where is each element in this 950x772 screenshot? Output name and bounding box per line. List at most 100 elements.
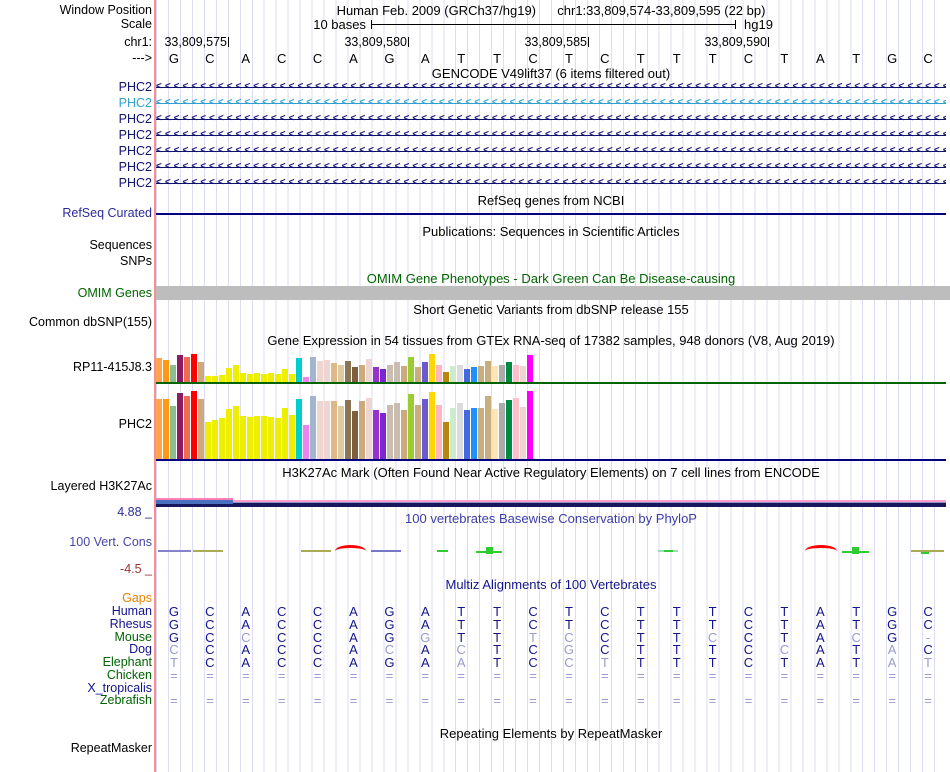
- gtex-tissue-bar[interactable]: [387, 365, 393, 382]
- gtex-tissue-bar[interactable]: [268, 417, 274, 459]
- gtex-tissue-bar[interactable]: [226, 368, 232, 382]
- gtex-tissue-bar[interactable]: [506, 362, 512, 382]
- gtex-tissue-bar[interactable]: [254, 416, 260, 459]
- gtex-tissue-bar[interactable]: [289, 374, 295, 382]
- gtex-tissue-bar[interactable]: [471, 408, 477, 459]
- gtex-tissue-bar[interactable]: [156, 399, 162, 459]
- gtex-tissue-bar[interactable]: [240, 416, 246, 459]
- gtex-tissue-bar[interactable]: [184, 396, 190, 459]
- gtex-tissue-bar[interactable]: [310, 396, 316, 459]
- gtex-tissue-bar[interactable]: [443, 372, 449, 382]
- gtex-tissue-bar[interactable]: [436, 405, 442, 459]
- gtex-tissue-bar[interactable]: [254, 373, 260, 382]
- gtex-tissue-bar[interactable]: [191, 391, 197, 459]
- gtex-tissue-bar[interactable]: [352, 367, 358, 382]
- gtex-tissue-bar[interactable]: [170, 365, 176, 382]
- gtex-tissue-bar[interactable]: [513, 398, 519, 459]
- gencode-transcript[interactable]: <<<<<<<<<<<<<<<<<<<<<<<<<<<<<<<<<<<<<<<<…: [156, 129, 946, 142]
- gtex-tissue-bar[interactable]: [345, 361, 351, 382]
- gtex-tissue-bar[interactable]: [226, 409, 232, 459]
- gtex-tissue-bar[interactable]: [324, 401, 330, 459]
- gtex-tissue-bar[interactable]: [373, 367, 379, 382]
- gtex-tissue-bar[interactable]: [401, 410, 407, 459]
- gtex-tissue-bar[interactable]: [310, 357, 316, 382]
- gtex-tissue-bar[interactable]: [240, 373, 246, 382]
- gtex-tissue-bar[interactable]: [184, 357, 190, 382]
- gtex-tissue-bar[interactable]: [520, 366, 526, 382]
- gtex-tissue-bar[interactable]: [499, 365, 505, 382]
- gtex-tissue-bar[interactable]: [331, 401, 337, 459]
- gtex-tissue-bar[interactable]: [380, 369, 386, 382]
- gtex-tissue-bar[interactable]: [317, 361, 323, 382]
- gtex-tissue-bar[interactable]: [289, 415, 295, 459]
- gtex-tissue-bar[interactable]: [513, 365, 519, 382]
- gtex-tissue-bar[interactable]: [324, 360, 330, 382]
- gtex-tissue-bar[interactable]: [408, 394, 414, 459]
- gtex-tissue-bar[interactable]: [492, 409, 498, 459]
- gtex-tissue-bar[interactable]: [422, 362, 428, 382]
- gtex-tissue-bar[interactable]: [429, 354, 435, 382]
- gtex-tissue-bar[interactable]: [296, 399, 302, 459]
- gtex-tissue-bar[interactable]: [282, 369, 288, 382]
- gtex-tissue-bar[interactable]: [506, 400, 512, 459]
- gtex-tissue-bar[interactable]: [359, 365, 365, 382]
- gtex-tissue-bar[interactable]: [156, 358, 162, 382]
- gtex-tissue-bar[interactable]: [219, 418, 225, 459]
- gtex-tissue-bar[interactable]: [345, 400, 351, 459]
- gtex-tissue-bar[interactable]: [163, 360, 169, 382]
- gtex-tissue-bar[interactable]: [233, 406, 239, 459]
- gtex-tissue-bar[interactable]: [219, 375, 225, 382]
- gtex-tissue-bar[interactable]: [296, 358, 302, 382]
- gtex-tissue-bar[interactable]: [478, 408, 484, 459]
- gtex-tissue-bar[interactable]: [450, 366, 456, 382]
- gtex-tissue-bar[interactable]: [422, 399, 428, 459]
- gtex-tissue-bar[interactable]: [471, 367, 477, 382]
- genome-browser-image[interactable]: Window Position Human Feb. 2009 (GRCh37/…: [0, 0, 950, 772]
- gtex-tissue-bar[interactable]: [170, 406, 176, 459]
- gtex-tissue-bar[interactable]: [338, 365, 344, 382]
- gtex-tissue-bar[interactable]: [485, 396, 491, 459]
- gtex-tissue-bar[interactable]: [457, 403, 463, 459]
- gtex-tissue-bar[interactable]: [436, 365, 442, 382]
- gtex-tissue-bar[interactable]: [492, 366, 498, 382]
- gtex-tissue-bar[interactable]: [408, 357, 414, 382]
- gtex-tissue-bar[interactable]: [233, 365, 239, 382]
- gtex-tissue-bar[interactable]: [499, 403, 505, 459]
- gtex-tissue-bar[interactable]: [415, 405, 421, 459]
- gencode-transcript[interactable]: <<<<<<<<<<<<<<<<<<<<<<<<<<<<<<<<<<<<<<<<…: [156, 113, 946, 126]
- gtex-tissue-bar[interactable]: [527, 391, 533, 459]
- gtex-tissue-bar[interactable]: [478, 366, 484, 382]
- gtex-tissue-bar[interactable]: [331, 363, 337, 382]
- gencode-transcript[interactable]: <<<<<<<<<<<<<<<<<<<<<<<<<<<<<<<<<<<<<<<<…: [156, 81, 946, 94]
- gtex-tissue-bar[interactable]: [373, 410, 379, 459]
- gtex-tissue-bar[interactable]: [485, 361, 491, 382]
- gencode-transcript[interactable]: <<<<<<<<<<<<<<<<<<<<<<<<<<<<<<<<<<<<<<<<…: [156, 177, 946, 190]
- gtex-tissue-bar[interactable]: [261, 374, 267, 382]
- gtex-tissue-bar[interactable]: [261, 416, 267, 459]
- gtex-tissue-bar[interactable]: [394, 362, 400, 382]
- gtex-tissue-bar[interactable]: [457, 365, 463, 382]
- gtex-tissue-bar[interactable]: [338, 406, 344, 459]
- gtex-tissue-bar[interactable]: [212, 420, 218, 459]
- gtex-tissue-bar[interactable]: [394, 403, 400, 459]
- gencode-transcript[interactable]: <<<<<<<<<<<<<<<<<<<<<<<<<<<<<<<<<<<<<<<<…: [156, 97, 946, 110]
- gencode-transcript[interactable]: <<<<<<<<<<<<<<<<<<<<<<<<<<<<<<<<<<<<<<<<…: [156, 161, 946, 174]
- gtex-tissue-bar[interactable]: [464, 369, 470, 382]
- gtex-tissue-bar[interactable]: [380, 413, 386, 459]
- gtex-tissue-bar[interactable]: [177, 393, 183, 459]
- gtex-tissue-bar[interactable]: [359, 401, 365, 459]
- gtex-tissue-bar[interactable]: [191, 354, 197, 382]
- gtex-tissue-bar[interactable]: [527, 355, 533, 382]
- gtex-tissue-bar[interactable]: [366, 398, 372, 459]
- omim-gene-bar[interactable]: [156, 286, 950, 300]
- gtex-tissue-bar[interactable]: [247, 417, 253, 459]
- gtex-tissue-bar[interactable]: [268, 373, 274, 382]
- gtex-tissue-bar[interactable]: [429, 392, 435, 459]
- refseq-gene-line[interactable]: [156, 213, 946, 215]
- gtex-tissue-bar[interactable]: [303, 425, 309, 459]
- gtex-tissue-bar[interactable]: [317, 401, 323, 459]
- gtex-tissue-bar[interactable]: [387, 405, 393, 459]
- gtex-tissue-bar[interactable]: [275, 374, 281, 382]
- gtex-tissue-bar[interactable]: [198, 362, 204, 382]
- gtex-tissue-bar[interactable]: [275, 418, 281, 459]
